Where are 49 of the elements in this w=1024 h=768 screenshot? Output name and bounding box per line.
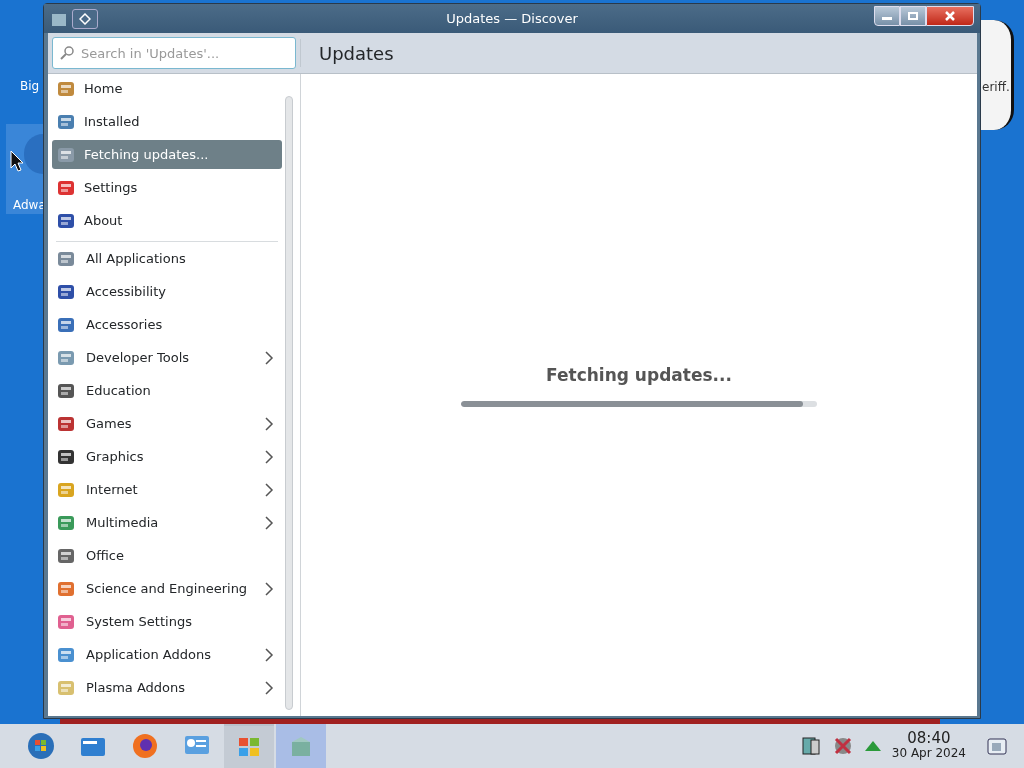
scrollbar[interactable] [285, 96, 293, 710]
pointer-icon [10, 150, 24, 172]
window-title: Updates — Discover [446, 9, 578, 28]
category-item[interactable]: Accessibility [52, 277, 282, 306]
browser-icon [131, 732, 159, 760]
close-button[interactable] [926, 5, 974, 26]
maximize-button[interactable] [900, 5, 926, 26]
category-item[interactable]: Office [52, 541, 282, 570]
category-item[interactable]: Multimedia [52, 508, 282, 537]
desktop-icon[interactable] [986, 735, 1008, 757]
close-icon [944, 9, 956, 22]
category-item[interactable]: Accessories [52, 310, 282, 339]
category-item[interactable]: Games [52, 409, 282, 438]
sidebar-item[interactable]: Settings [52, 173, 282, 202]
chevron-icon [264, 680, 274, 695]
page-title: Updates [319, 41, 394, 66]
chevron-icon [264, 581, 274, 596]
category-item[interactable]: Application Addons [52, 640, 282, 669]
category-item[interactable]: Plasma Addons [52, 673, 282, 702]
sidebar-item[interactable]: About [52, 206, 282, 235]
chevron-icon [264, 449, 274, 464]
triangle-up-icon [863, 739, 882, 753]
chevron-icon [264, 482, 274, 497]
start-orb-icon [27, 732, 55, 760]
category-item[interactable]: All Applications [52, 244, 282, 273]
category-item[interactable]: Science and Engineering [52, 574, 282, 603]
desktop-icon-label: eriff. [982, 79, 1010, 96]
sidebar-item[interactable]: Home [52, 74, 282, 103]
chevron-icon [264, 515, 274, 530]
search-icon [59, 45, 75, 61]
chevron-icon [264, 647, 274, 662]
diamond-icon [79, 12, 91, 25]
category-item[interactable]: Developer Tools [52, 343, 282, 372]
pin-button[interactable] [72, 8, 98, 29]
category-item[interactable]: Graphics [52, 442, 282, 471]
chevron-icon [264, 416, 274, 431]
clipboard-icon [799, 735, 822, 757]
sidebar-item[interactable]: Fetching updates... [52, 140, 282, 169]
clock-date[interactable]: 30 Apr 2024 [891, 746, 966, 761]
clock-time[interactable]: 08:40 [907, 731, 951, 746]
desktop-icon-label: Big [20, 78, 40, 94]
sidebar-item[interactable]: Installed [52, 107, 282, 136]
search-field[interactable]: Search in 'Updates'... [52, 37, 296, 69]
minimize-button[interactable] [874, 5, 900, 26]
category-item[interactable]: Education [52, 376, 282, 405]
chevron-icon [264, 350, 274, 365]
status-text: Fetching updates... [546, 364, 732, 388]
category-item[interactable]: Internet [52, 475, 282, 504]
category-item[interactable]: System Settings [52, 607, 282, 636]
